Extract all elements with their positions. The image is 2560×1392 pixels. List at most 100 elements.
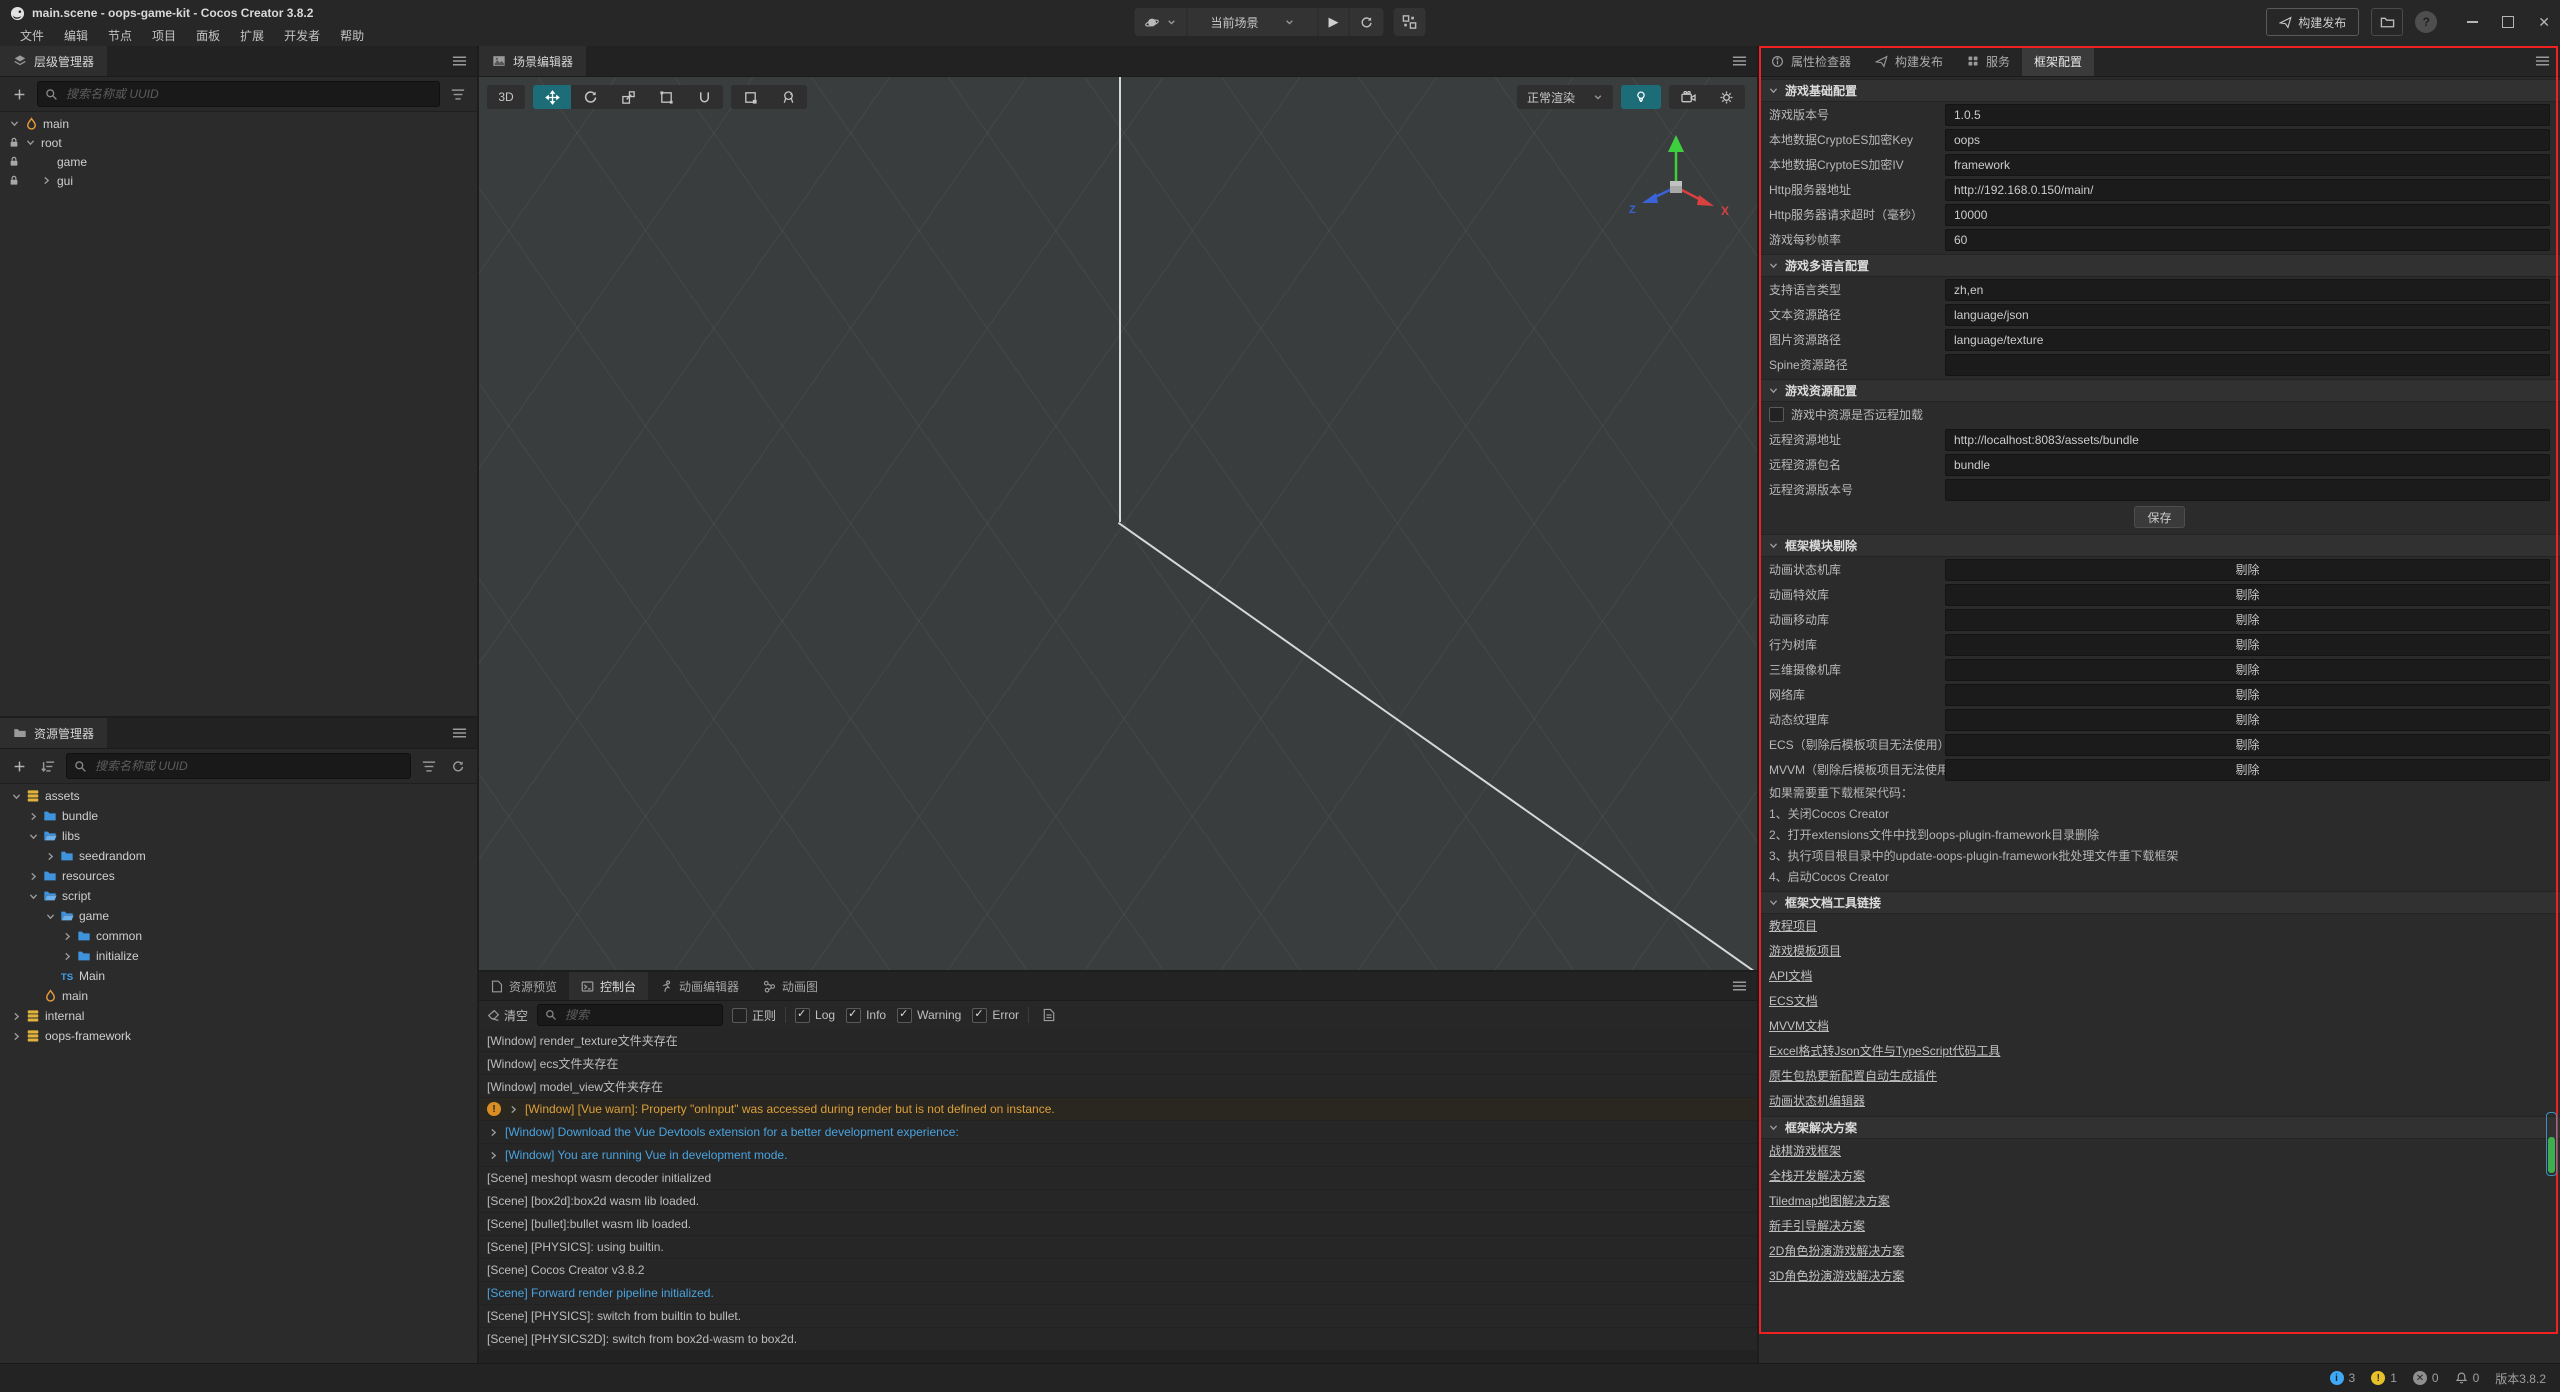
- doc-link[interactable]: 战棋游戏框架: [1759, 1139, 2560, 1164]
- menu-帮助[interactable]: 帮助: [330, 27, 374, 44]
- asset-node-common[interactable]: common: [0, 926, 477, 946]
- build-publish-button[interactable]: 构建发布: [2266, 8, 2359, 36]
- console-tab-控制台[interactable]: 控制台: [569, 972, 648, 1000]
- expand-icon[interactable]: [59, 931, 75, 942]
- console-tab-资源预览[interactable]: 资源预览: [479, 972, 569, 1000]
- menu-文件[interactable]: 文件: [10, 27, 54, 44]
- play-button[interactable]: ▶: [1319, 8, 1350, 36]
- doc-link[interactable]: 游戏模板项目: [1759, 939, 2560, 964]
- rotate-tool-button[interactable]: [571, 85, 609, 109]
- collapse-icon[interactable]: [1765, 85, 1781, 96]
- section-header[interactable]: 框架文档工具链接: [1759, 891, 2560, 914]
- inspector-scrollbar[interactable]: [2546, 1112, 2557, 1176]
- scene-viewport[interactable]: 3D: [479, 77, 1757, 970]
- remove-module-button[interactable]: 剔除: [1945, 609, 2550, 631]
- expand-icon[interactable]: [6, 118, 22, 129]
- expand-icon[interactable]: [8, 1031, 24, 1042]
- expand-icon[interactable]: [25, 811, 41, 822]
- asset-node-resources[interactable]: resources: [0, 866, 477, 886]
- log-file-icon[interactable]: [1038, 1004, 1060, 1026]
- camera-settings-button[interactable]: [1669, 85, 1707, 109]
- expand-icon[interactable]: [22, 137, 38, 148]
- hierarchy-node-gui[interactable]: gui: [0, 171, 477, 190]
- help-button[interactable]: ?: [2415, 11, 2437, 33]
- tab-hierarchy[interactable]: 层级管理器: [0, 46, 107, 76]
- doc-link[interactable]: 新手引导解决方案: [1759, 1214, 2560, 1239]
- filter-info-checkbox[interactable]: Info: [846, 1008, 886, 1023]
- doc-link[interactable]: 全栈开发解决方案: [1759, 1164, 2560, 1189]
- asset-node-script[interactable]: script: [0, 886, 477, 906]
- field-input[interactable]: [1945, 229, 2550, 251]
- rect-tool-button[interactable]: [647, 85, 685, 109]
- create-node-button[interactable]: [8, 83, 30, 105]
- clear-console-button[interactable]: 清空: [487, 1007, 528, 1024]
- doc-link[interactable]: Excel格式转Json文件与TypeScript代码工具: [1759, 1039, 2560, 1064]
- expand-log-icon[interactable]: [487, 1150, 499, 1161]
- log-row[interactable]: [Scene] [PHYSICS]: switch from builtin t…: [479, 1305, 1757, 1327]
- inspector-tab-构建发布[interactable]: 构建发布: [1863, 46, 1955, 76]
- collapse-icon[interactable]: [1765, 540, 1781, 551]
- remove-module-button[interactable]: 剔除: [1945, 584, 2550, 606]
- maximize-button[interactable]: [2502, 16, 2514, 28]
- open-project-folder-button[interactable]: [2371, 8, 2403, 36]
- assets-search-input[interactable]: [93, 758, 403, 774]
- lighting-toggle-button[interactable]: [1621, 85, 1661, 109]
- collapse-icon[interactable]: [1765, 1122, 1781, 1133]
- menu-开发者[interactable]: 开发者: [274, 27, 330, 44]
- log-row[interactable]: [Scene] meshopt wasm decoder initialized: [479, 1167, 1757, 1189]
- collapse-icon[interactable]: [1765, 897, 1781, 908]
- asset-node-Main[interactable]: TSMain: [0, 966, 477, 986]
- hierarchy-menu-icon[interactable]: [452, 55, 467, 67]
- log-row[interactable]: [Scene] [PHYSICS]: using builtin.: [479, 1236, 1757, 1258]
- assets-menu-icon[interactable]: [452, 727, 467, 739]
- ui-transform-tool-button[interactable]: [685, 85, 723, 109]
- hierarchy-node-main[interactable]: main: [0, 114, 477, 133]
- doc-link[interactable]: 教程项目: [1759, 914, 2560, 939]
- status-error-count[interactable]: ✕ 0: [2413, 1371, 2439, 1385]
- menu-项目[interactable]: 项目: [142, 27, 186, 44]
- remove-module-button[interactable]: 剔除: [1945, 759, 2550, 781]
- log-row[interactable]: [Scene] [box2d]:box2d wasm lib loaded.: [479, 1190, 1757, 1212]
- remote-load-checkbox[interactable]: [1769, 407, 1784, 422]
- platform-dropdown[interactable]: [1135, 8, 1188, 36]
- log-row[interactable]: [Window] Download the Vue Devtools exten…: [479, 1121, 1757, 1143]
- orientation-gizmo[interactable]: X Z: [1621, 125, 1731, 235]
- asset-node-oops-framework[interactable]: oops-framework: [0, 1026, 477, 1046]
- assets-search[interactable]: [66, 753, 411, 779]
- section-header[interactable]: 游戏资源配置: [1759, 379, 2560, 402]
- log-row[interactable]: [Window] You are running Vue in developm…: [479, 1144, 1757, 1166]
- expand-log-icon[interactable]: [487, 1127, 499, 1138]
- log-row[interactable]: [Scene] Forward render pipeline initiali…: [479, 1282, 1757, 1304]
- field-input[interactable]: [1945, 354, 2550, 376]
- sort-assets-icon[interactable]: [37, 755, 59, 777]
- section-header[interactable]: 游戏多语言配置: [1759, 254, 2560, 277]
- asset-node-game[interactable]: game: [0, 906, 477, 926]
- expand-icon[interactable]: [25, 871, 41, 882]
- expand-icon[interactable]: [42, 851, 58, 862]
- doc-link[interactable]: Tiledmap地图解决方案: [1759, 1189, 2560, 1214]
- asset-node-seedrandom[interactable]: seedrandom: [0, 846, 477, 866]
- log-row[interactable]: ![Window] [Vue warn]: Property "onInput"…: [479, 1098, 1757, 1120]
- scene-gear-button[interactable]: [1707, 85, 1745, 109]
- create-asset-button[interactable]: [8, 755, 30, 777]
- section-header[interactable]: 游戏基础配置: [1759, 79, 2560, 102]
- field-input[interactable]: [1945, 329, 2550, 351]
- console-tab-动画编辑器[interactable]: 动画编辑器: [648, 972, 751, 1000]
- tab-assets[interactable]: 资源管理器: [0, 718, 107, 748]
- asset-node-initialize[interactable]: initialize: [0, 946, 477, 966]
- log-row[interactable]: [Scene] [bullet]:bullet wasm lib loaded.: [479, 1213, 1757, 1235]
- asset-node-assets[interactable]: assets: [0, 786, 477, 806]
- preview-qr-button[interactable]: [1394, 8, 1426, 36]
- scene-menu-icon[interactable]: [1732, 55, 1747, 67]
- filter-log-checkbox[interactable]: Log: [795, 1008, 835, 1023]
- collapse-icon[interactable]: [1765, 385, 1781, 396]
- collapse-icon[interactable]: [1765, 260, 1781, 271]
- remove-module-button[interactable]: 剔除: [1945, 659, 2550, 681]
- asset-node-bundle[interactable]: bundle: [0, 806, 477, 826]
- log-row[interactable]: [Scene] [PHYSICS2D]: switch from box2d-w…: [479, 1328, 1757, 1350]
- refresh-assets-icon[interactable]: [447, 755, 469, 777]
- scale-tool-button[interactable]: [609, 85, 647, 109]
- hierarchy-filter-icon[interactable]: [447, 83, 469, 105]
- hierarchy-search[interactable]: [37, 81, 440, 107]
- restart-button[interactable]: [1350, 8, 1384, 36]
